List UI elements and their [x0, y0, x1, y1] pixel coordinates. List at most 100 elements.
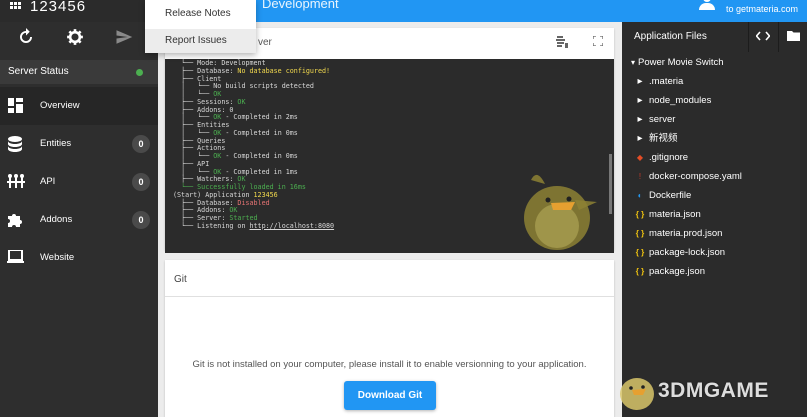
- sidebar-toolbar: [0, 22, 158, 58]
- tree-item-label: Dockerfile: [649, 190, 692, 201]
- file-type-icon: { }: [635, 248, 645, 257]
- sidebar-item-addons[interactable]: Addons 0: [0, 201, 158, 239]
- main-content: ver └── Mode: Development ├── Database: …: [158, 22, 622, 417]
- sidebar-item-api[interactable]: API 0: [0, 163, 158, 201]
- git-card-title: Git: [174, 274, 187, 285]
- console-text: - Completed in 2ms: [221, 113, 298, 122]
- tree-item-label: 新视频: [649, 133, 678, 144]
- file-type-icon: !: [638, 172, 642, 181]
- top-bar-left: 123456: [0, 0, 158, 22]
- console-line: │ └── OK - Completed in 2ms: [173, 113, 614, 122]
- sidebar-item-label: Overview: [40, 100, 80, 111]
- clear-console-icon[interactable]: [555, 36, 569, 50]
- sidebar-item-label: Addons: [40, 214, 73, 225]
- sidebar-item-label: Website: [40, 252, 75, 263]
- files-panel-header: Application Files: [622, 22, 807, 52]
- menu-item-release-notes[interactable]: Release Notes: [145, 2, 256, 26]
- console-text: - Completed in 0ms: [221, 128, 298, 137]
- status-online-indicator: [136, 69, 143, 76]
- tree-item-label: package.json: [649, 266, 705, 277]
- tree-item-label: materia.prod.json: [649, 228, 723, 239]
- tree-file[interactable]: { } package-lock.json: [622, 243, 807, 262]
- sidebar: Server Status Overview Entities 0 API 0 …: [0, 22, 158, 417]
- chevron-right-icon: ▸: [637, 114, 643, 125]
- laptop-icon: [7, 249, 24, 266]
- tree-item-label: node_modules: [649, 95, 712, 106]
- tree-item-label: .gitignore: [649, 152, 689, 163]
- tree-item-label: materia.json: [649, 209, 701, 220]
- server-card: ver └── Mode: Development ├── Database: …: [165, 28, 614, 253]
- console-text: Disabled: [237, 198, 270, 207]
- environment-label: Development: [262, 0, 339, 11]
- tree-file[interactable]: ! docker-compose.yaml: [622, 167, 807, 186]
- tree-item-label: package-lock.json: [649, 247, 726, 258]
- fullscreen-icon[interactable]: [591, 35, 605, 50]
- chevron-right-icon: ▸: [637, 76, 643, 87]
- console-line: ├── Sessions: OK: [173, 97, 614, 107]
- menu-item-report-issues[interactable]: Report Issues: [145, 29, 256, 53]
- api-count-badge: 0: [132, 173, 150, 191]
- sidebar-item-label: Entities: [40, 138, 72, 149]
- files-panel-title: Application Files: [634, 31, 707, 42]
- console-text: No database configured!: [237, 66, 331, 75]
- git-not-installed-message: Git is not installed on your computer, p…: [192, 359, 587, 370]
- tree-folder[interactable]: ▸ node_modules: [622, 91, 807, 110]
- mascot-bird-illustration: [524, 174, 597, 250]
- sidebar-item-label: API: [40, 176, 56, 187]
- watermark-logo: 3DMGAME: [614, 368, 807, 417]
- watermark-mascot-icon: [620, 378, 654, 410]
- tree-item-label: server: [649, 114, 676, 125]
- server-status-label: Server Status: [8, 66, 69, 77]
- console-line: │ └── OK - Completed in 0ms: [173, 128, 614, 138]
- server-card-title: ver: [258, 37, 272, 48]
- addons-count-badge: 0: [132, 211, 150, 229]
- tree-item-label: docker-compose.yaml: [649, 171, 742, 182]
- console-line: │ └── No build scripts detected: [173, 82, 614, 91]
- localhost-link[interactable]: http://localhost:8080: [250, 222, 335, 230]
- help-menu: Release Notes Report Issues: [145, 0, 256, 53]
- tree-file[interactable]: ◐ Dockerfile: [622, 186, 807, 205]
- server-status[interactable]: Server Status: [0, 60, 158, 84]
- sidebar-item-entities[interactable]: Entities 0: [0, 125, 158, 163]
- tree-folder[interactable]: ▸ 新视频: [622, 129, 807, 148]
- file-type-icon: { }: [635, 229, 645, 238]
- settings-gear-icon[interactable]: [64, 28, 86, 50]
- tree-root[interactable]: ▾ Power Movie Switch: [622, 53, 807, 72]
- api-icon: [7, 174, 25, 190]
- code-view-icon[interactable]: [748, 22, 778, 52]
- application-files-panel: Application Files ▾ Power Movie Switch ▸ .m…: [622, 22, 807, 417]
- tree-file[interactable]: { } materia.json: [622, 205, 807, 224]
- chevron-right-icon: ▸: [637, 133, 643, 144]
- apps-grid-icon[interactable]: [10, 2, 22, 14]
- tree-item-label: .materia: [649, 76, 684, 87]
- restart-icon[interactable]: [15, 28, 37, 50]
- tree-file[interactable]: { } package.json: [622, 262, 807, 281]
- chevron-right-icon: ▸: [637, 95, 643, 106]
- user-subtext[interactable]: to getmateria.com: [726, 4, 798, 14]
- app-name: 123456: [30, 0, 87, 15]
- console-text: - Completed in 0ms: [221, 152, 298, 160]
- dashboard-icon: [7, 98, 23, 114]
- download-git-button[interactable]: Download Git: [344, 381, 436, 410]
- console-text: └── Listening on: [173, 221, 250, 230]
- tree-folder[interactable]: ▸ .materia: [622, 72, 807, 91]
- file-type-icon: ◆: [636, 153, 644, 162]
- folder-icon[interactable]: [778, 22, 807, 52]
- sidebar-item-website[interactable]: Website: [0, 239, 158, 277]
- deploy-send-icon[interactable]: [113, 28, 135, 50]
- tree-file[interactable]: ◆ .gitignore: [622, 148, 807, 167]
- file-type-icon: { }: [635, 210, 645, 219]
- watermark-text: 3DMGAME: [658, 379, 769, 402]
- entities-count-badge: 0: [132, 135, 150, 153]
- sidebar-item-overview[interactable]: Overview: [0, 87, 158, 125]
- console-line: ├── Queries: [173, 137, 614, 146]
- tree-folder[interactable]: ▸ server: [622, 110, 807, 129]
- tree-root-label: Power Movie Switch: [638, 57, 724, 68]
- console-text: OK: [237, 97, 246, 106]
- file-type-icon: ◐: [637, 191, 643, 200]
- top-bar: 123456 Development to getmateria.com: [0, 0, 807, 22]
- divider: [165, 296, 614, 297]
- console-line: ├── Database: No database configured!: [173, 66, 614, 76]
- tree-file[interactable]: { } materia.prod.json: [622, 224, 807, 243]
- user-icon[interactable]: [698, 0, 716, 10]
